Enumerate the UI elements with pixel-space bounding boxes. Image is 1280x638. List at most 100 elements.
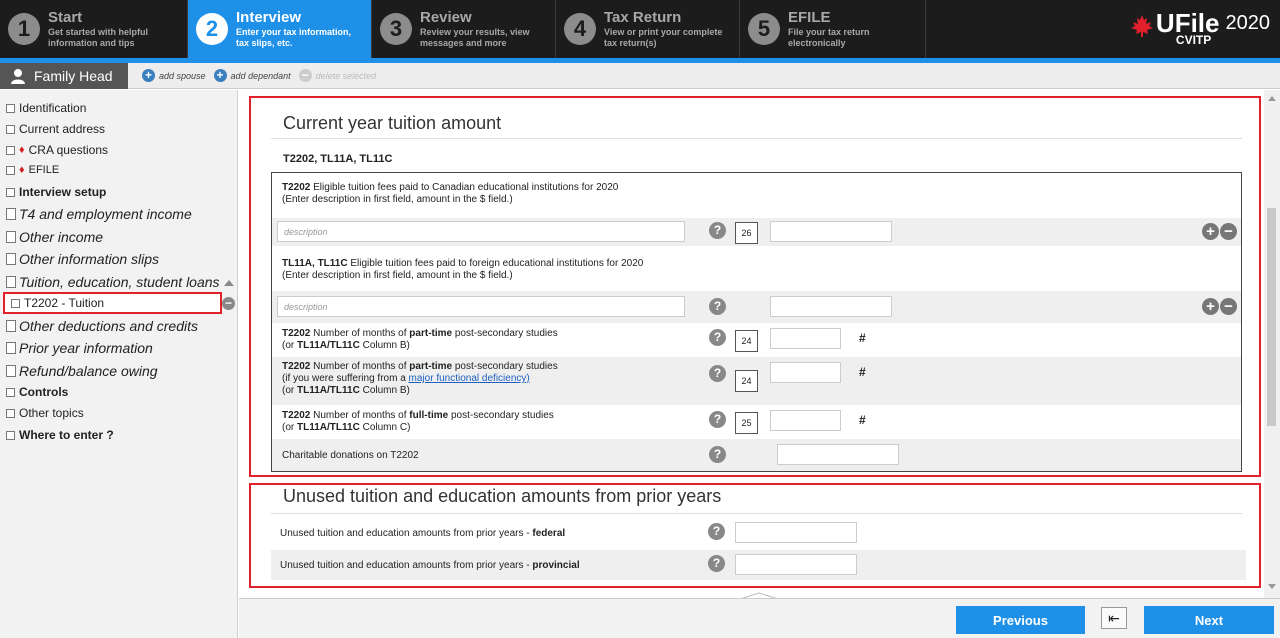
step-review[interactable]: 3 Review Review your results, view message…: [372, 0, 556, 58]
foreign-tuition-input-row: description ? + −: [272, 291, 1241, 323]
add-dependant-link[interactable]: + add dependant: [213, 69, 291, 82]
sidebar-item-label: Refund/balance owing: [19, 363, 158, 379]
remove-t2202-icon[interactable]: −: [222, 297, 235, 310]
family-head-label: Family Head: [34, 67, 113, 84]
sidebar-item-identification[interactable]: Identification: [6, 101, 86, 115]
step-subtitle: Review your results, view: [420, 27, 530, 37]
sidebar-item-label: Interview setup: [19, 185, 107, 199]
sidebar-item-cra-questions[interactable]: ♦ CRA questions: [6, 143, 108, 157]
checkbox-icon: [6, 187, 15, 197]
line-number-box: 24: [735, 370, 758, 392]
help-icon[interactable]: ?: [708, 555, 725, 572]
sidebar-item-other-topics[interactable]: Other topics: [6, 406, 84, 420]
sidebar-item-controls[interactable]: Controls: [6, 385, 68, 399]
scrollbar-thumb[interactable]: [1267, 208, 1276, 426]
sidebar-item-label: Other information slips: [19, 251, 160, 267]
sidebar-item-prior-year[interactable]: Prior year information: [6, 340, 153, 356]
logo-cvitp: CVITP: [1175, 33, 1212, 47]
part-time-deficiency-row: T2202 Number of months of part-time post…: [272, 357, 1241, 405]
count-symbol: #: [859, 413, 866, 427]
federal-amount-input[interactable]: [735, 522, 857, 543]
step-subtitle: Get started with helpful: [48, 27, 149, 37]
help-icon[interactable]: ?: [709, 329, 726, 346]
help-icon[interactable]: ?: [709, 411, 726, 428]
months-input[interactable]: [770, 328, 841, 349]
family-head-tab[interactable]: Family Head: [0, 62, 128, 89]
plus-circle-icon: +: [213, 69, 227, 82]
row-label: TL11A, TL11C Eligible tuition fees paid …: [282, 258, 644, 281]
amount-input[interactable]: [770, 221, 892, 242]
sidebar-item-other-deductions[interactable]: Other deductions and credits: [6, 318, 198, 334]
major-functional-deficiency-link[interactable]: major functional deficiency): [409, 373, 530, 384]
step-start[interactable]: 1 Start Get started with helpful informati…: [0, 0, 188, 58]
sidebar-item-label: Other income: [19, 229, 104, 245]
help-icon[interactable]: ?: [709, 222, 726, 239]
ufile-logo: UFile CVITP 2020: [1130, 8, 1270, 52]
content-scrollbar[interactable]: [1264, 90, 1280, 598]
document-icon: [6, 340, 19, 354]
document-icon: [6, 274, 19, 288]
sidebar-item-label: Tuition, education, student loans: [19, 274, 220, 290]
part-time-months-row: T2202 Number of months of part-time post…: [272, 323, 1241, 357]
scroll-down-icon[interactable]: [1268, 584, 1276, 589]
sidebar-item-label: Other topics: [19, 406, 84, 420]
line-number-box: 25: [735, 412, 758, 434]
delete-selected-link: − delete selected: [298, 69, 377, 82]
help-icon[interactable]: ?: [709, 365, 726, 382]
sidebar-item-label: T4 and employment income: [19, 206, 192, 222]
add-row-icon[interactable]: +: [1202, 298, 1219, 315]
remove-row-icon[interactable]: −: [1220, 298, 1237, 315]
sidebar-item-refund[interactable]: Refund/balance owing: [6, 363, 158, 379]
sidebar-item-t2202[interactable]: T2202 - Tuition: [3, 292, 222, 314]
sidebar-item-where-to-enter[interactable]: Where to enter ?: [6, 428, 114, 442]
canadian-tuition-input-row: description ? 26 + −: [272, 218, 1241, 246]
sidebar-item-label: Controls: [19, 385, 69, 399]
collapse-caret-icon[interactable]: [224, 280, 234, 286]
months-input[interactable]: [770, 410, 841, 431]
sidebar-item-tuition[interactable]: Tuition, education, student loans: [6, 274, 220, 290]
sidebar-item-other-income[interactable]: Other income: [6, 229, 103, 245]
back-arrow-button[interactable]: ⇤: [1101, 607, 1127, 629]
step-interview[interactable]: 2 Interview Enter your tax information, ta…: [188, 0, 372, 58]
step-subtitle: Enter your tax information,: [236, 27, 352, 37]
section-divider: [271, 138, 1242, 139]
delete-selected-label: delete selected: [315, 70, 377, 81]
interview-content: Current year tuition amount T2202, TL11A…: [239, 90, 1264, 598]
next-button[interactable]: Next: [1144, 606, 1274, 634]
remove-row-icon[interactable]: −: [1220, 223, 1237, 240]
description-input[interactable]: description: [277, 296, 685, 317]
provincial-amount-input[interactable]: [735, 554, 857, 575]
help-icon[interactable]: ?: [709, 446, 726, 463]
row-label: Unused tuition and education amounts fro…: [280, 560, 580, 571]
section-title: Unused tuition and education amounts fro…: [283, 486, 722, 506]
plus-circle-icon: +: [142, 69, 155, 82]
previous-button[interactable]: Previous: [956, 606, 1085, 634]
foreign-tuition-row: TL11A, TL11C Eligible tuition fees paid …: [272, 246, 1241, 291]
checkbox-icon: [6, 124, 15, 134]
checkbox-icon: [6, 103, 15, 113]
amount-input[interactable]: [770, 296, 892, 317]
donations-input[interactable]: [777, 444, 899, 465]
step-tax-return[interactable]: 4 Tax Return View or print your complete t…: [556, 0, 740, 58]
months-input[interactable]: [770, 362, 841, 383]
sidebar-item-current-address[interactable]: Current address: [6, 122, 105, 136]
step-subtitle: tax return(s): [604, 38, 657, 48]
step-subtitle: electronically: [788, 38, 846, 48]
person-icon: [11, 68, 25, 84]
checkbox-icon: [6, 165, 15, 175]
add-row-icon[interactable]: +: [1202, 223, 1219, 240]
step-subtitle: information and tips: [48, 38, 135, 48]
sidebar-item-other-slips[interactable]: Other information slips: [6, 251, 159, 267]
count-symbol: #: [859, 331, 866, 345]
scroll-up-icon[interactable]: [1268, 96, 1276, 101]
step-efile[interactable]: 5 EFILE File your tax return electronicall…: [740, 0, 926, 58]
sidebar-item-interview-setup[interactable]: Interview setup: [6, 185, 106, 199]
sidebar-item-t4[interactable]: T4 and employment income: [6, 206, 192, 222]
checkbox-icon: [11, 298, 20, 308]
sidebar-item-efile[interactable]: ♦ EFILE: [6, 164, 59, 176]
add-spouse-link[interactable]: + add spouse: [142, 69, 206, 82]
help-icon[interactable]: ?: [708, 523, 725, 540]
help-icon[interactable]: ?: [709, 298, 726, 315]
description-input[interactable]: description: [277, 221, 685, 242]
minus-circle-icon: −: [298, 69, 312, 82]
